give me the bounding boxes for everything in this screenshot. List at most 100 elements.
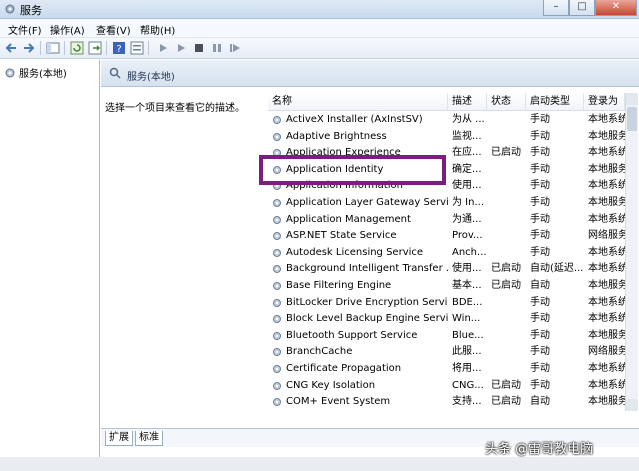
service-startup-type: 自动(延迟... [530, 263, 584, 275]
properties-icon[interactable] [130, 41, 144, 55]
console-tree-icon[interactable] [46, 41, 60, 55]
column-header-logon-as[interactable]: 登录为 [584, 93, 625, 111]
service-row[interactable]: Application Layer Gateway Service 为 In...… [268, 195, 625, 211]
menu-file[interactable]: 文件(F) [8, 22, 42, 37]
tree-item-label: 服务(本地) [19, 69, 67, 80]
refresh-icon[interactable] [70, 41, 84, 55]
service-description: 为 In... [452, 197, 485, 208]
service-gear-icon [273, 248, 281, 257]
service-name: ASP.NET State Service [286, 230, 397, 242]
menu-bar: 文件(F) 操作(A) 查看(V) 帮助(H) [0, 19, 639, 38]
service-logon-as: 网络服务 [588, 230, 625, 242]
service-logon-as: 本地服务 [588, 396, 625, 408]
service-logon-as: 本地系统 [588, 263, 625, 275]
service-gear-icon [273, 116, 281, 124]
service-startup-type: 手动 [530, 213, 550, 225]
service-description: CNG... [452, 379, 484, 391]
column-header-description[interactable]: 描述 [448, 93, 487, 111]
service-name: Bluetooth Support Service [286, 329, 418, 341]
menu-help[interactable]: 帮助(H) [140, 22, 175, 37]
service-logon-as: 本地系统 [588, 180, 625, 192]
service-row[interactable]: Autodesk Licensing Service Anch... 手动 本地系统 [268, 245, 625, 261]
service-logon-as: 网络服务 [588, 346, 625, 358]
service-row[interactable]: Application Management 为通... 手动 本地系统 [268, 212, 625, 228]
service-logon-as: 本地服务 [588, 130, 625, 142]
service-status: 已启动 [491, 263, 521, 275]
service-row[interactable]: Adaptive Brightness 监视... 手动 本地服务 [268, 129, 625, 145]
service-description: Prov... [452, 230, 483, 242]
scroll-up-button[interactable] [626, 93, 638, 105]
forward-arrow-icon[interactable] [22, 41, 36, 55]
service-gear-icon [273, 365, 281, 373]
help-icon[interactable]: ? [112, 41, 126, 55]
service-row[interactable]: Certificate Propagation 将用... 手动 本地系统 [268, 361, 625, 377]
service-row[interactable]: Bluetooth Support Service Blue... 手动 本地服务 [268, 328, 625, 344]
service-logon-as: 本地系统 [588, 296, 625, 308]
service-row[interactable]: CNG Key Isolation CNG... 已启动 手动 本地系统 [268, 378, 625, 394]
scroll-thumb[interactable] [627, 107, 637, 131]
column-header-name[interactable]: 名称 [268, 93, 448, 111]
service-startup-type: 手动 [530, 130, 550, 142]
service-row[interactable]: ASP.NET State Service Prov... 手动 网络服务 [268, 228, 625, 244]
service-startup-type: 手动 [530, 163, 550, 175]
service-startup-type: 手动 [530, 329, 550, 341]
service-row[interactable]: ActiveX Installer (AxInstSV) 为从 ... 手动 本地系统 [268, 112, 625, 128]
bottom-strip [0, 457, 639, 471]
service-name: BitLocker Drive Encryption Service [286, 296, 448, 308]
service-gear-icon [273, 315, 281, 324]
service-logon-as: 本地系统 [588, 246, 625, 258]
service-row[interactable]: BranchCache 此服... 手动 网络服务 [268, 344, 625, 360]
service-name: Application Management [286, 213, 411, 225]
service-row[interactable]: Block Level Backup Engine Service Win... 手… [268, 311, 625, 327]
start-service-2-icon[interactable] [174, 41, 188, 55]
service-name: Certificate Propagation [286, 363, 402, 374]
service-row[interactable]: Background Intelligent Transfer ... 使用...… [268, 261, 625, 277]
service-description: 监视... [452, 130, 482, 142]
tab-extended[interactable]: 扩展 [105, 431, 133, 446]
title-bar: 服务 – □ ✕ [0, 0, 639, 19]
stop-service-icon[interactable] [192, 41, 206, 55]
service-startup-type: 手动 [530, 114, 550, 125]
service-description: 为通... [452, 213, 482, 225]
pane-title: 服务(本地) [127, 72, 175, 83]
column-header-startup-type[interactable]: 启动类型 [526, 93, 584, 111]
tree-item-local-services[interactable]: 服务(本地) [4, 65, 67, 80]
service-gear-icon [273, 282, 281, 290]
service-gear-icon [273, 398, 281, 407]
back-arrow-icon[interactable] [4, 41, 18, 55]
vertical-scrollbar[interactable] [625, 93, 638, 411]
watermark: 头条 @雷哥教电脑 [485, 442, 594, 457]
services-gear-icon [5, 4, 15, 14]
pane-header: 服务(本地) [101, 60, 639, 87]
service-name: Application Layer Gateway Service [286, 197, 448, 208]
menu-action[interactable]: 操作(A) [50, 22, 85, 37]
svg-text:?: ? [116, 44, 121, 55]
service-description: Anch... [452, 246, 487, 258]
service-startup-type: 手动 [530, 379, 550, 391]
restart-service-icon[interactable] [228, 41, 242, 55]
service-row[interactable]: COM+ Event System 支持... 已启动 自动 本地服务 [268, 394, 625, 410]
service-description: 基本... [452, 280, 482, 291]
tab-standard[interactable]: 标准 [135, 431, 163, 446]
start-service-icon[interactable] [156, 41, 170, 55]
service-logon-as: 本地系统 [588, 379, 625, 391]
service-gear-icon [273, 331, 281, 340]
pause-service-icon[interactable] [210, 41, 224, 55]
scroll-down-button[interactable] [626, 399, 638, 411]
service-logon-as: 本地系统 [588, 114, 625, 125]
minimize-button[interactable]: – [543, 0, 569, 16]
export-list-icon[interactable] [88, 41, 102, 55]
service-logon-as: 本地系统 [588, 213, 625, 225]
menu-view[interactable]: 查看(V) [96, 22, 131, 37]
column-header-status[interactable]: 状态 [487, 93, 526, 111]
service-description: 支持... [452, 396, 482, 408]
close-button[interactable]: ✕ [595, 0, 637, 16]
window-title: 服务 [20, 4, 42, 17]
service-row[interactable]: BitLocker Drive Encryption Service BDE...… [268, 295, 625, 311]
maximize-button[interactable]: □ [569, 0, 595, 16]
service-startup-type: 手动 [530, 197, 550, 208]
service-startup-type: 手动 [530, 313, 550, 325]
service-row[interactable]: Base Filtering Engine 基本... 已启动 自动 本地服务 [268, 278, 625, 294]
service-gear-icon [273, 232, 281, 241]
highlight-box [259, 155, 446, 185]
